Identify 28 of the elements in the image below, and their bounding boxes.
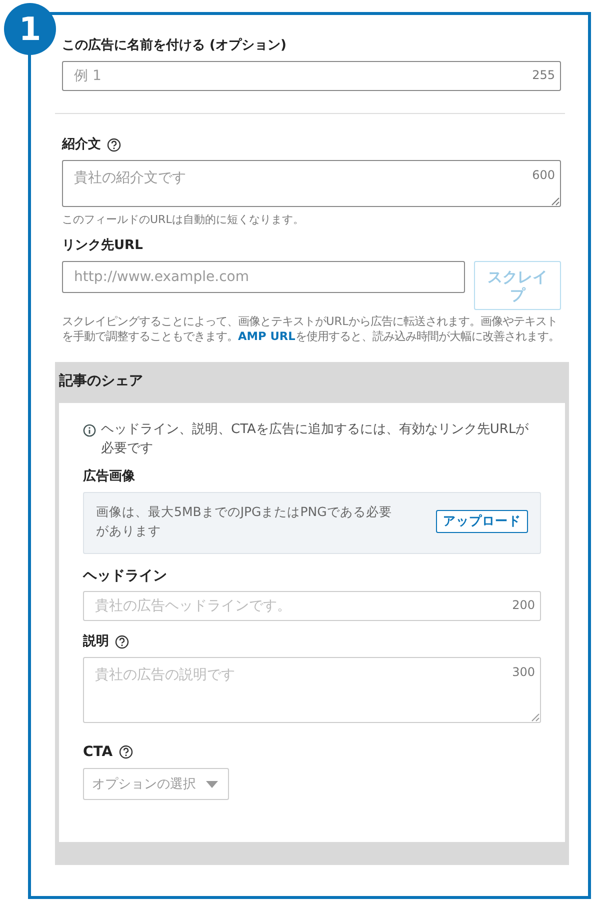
field-label: リンク先URL (62, 237, 144, 255)
resize-handle-icon[interactable] (550, 196, 560, 206)
character-counter: 200 (512, 598, 535, 612)
field-label: CTA (83, 743, 113, 761)
character-counter: 255 (532, 68, 555, 82)
help-icon[interactable] (115, 635, 129, 649)
character-counter: 300 (512, 665, 535, 679)
caret-icon (206, 780, 218, 788)
step-badge: 1 (4, 3, 56, 55)
cta-dropdown[interactable]: オプションの選択 (83, 768, 229, 800)
field-label: 説明 (83, 633, 109, 651)
field-label: この広告に名前を付ける (オプション) (62, 37, 288, 55)
field-label: 広告画像 (83, 468, 136, 486)
url-field[interactable]: http://www.example.com (62, 261, 465, 293)
panel-title: 記事のシェア (59, 372, 144, 391)
field-label: 紹介文 (62, 136, 101, 154)
upload-hint: 画像は、最大5MBまでのJPGまたはPNGである必要があります (96, 503, 393, 540)
help-icon[interactable] (118, 745, 133, 759)
info-icon (83, 424, 96, 437)
resize-handle-icon[interactable] (530, 712, 540, 722)
help-icon[interactable] (107, 138, 121, 152)
character-counter: 600 (532, 168, 555, 182)
help-text: スクレイピングすることによって、画像とテキストがURLから広告に転送されます。画像やテキストを手動で調整することもできます。AMP URLを使用すると、読み込み時間が大幅に改善されます。 (62, 314, 560, 344)
notice-text: ヘッドライン、説明、CTAを広告に追加するには、有効なリンク先URLが必要です (101, 421, 530, 458)
hint-text: このフィールドのURLは自動的に短くなります。 (62, 212, 305, 227)
amp-url-link[interactable]: AMP URL (238, 330, 296, 343)
field-label: ヘッドライン (83, 567, 168, 585)
upload-button[interactable]: アップロード (436, 510, 528, 532)
